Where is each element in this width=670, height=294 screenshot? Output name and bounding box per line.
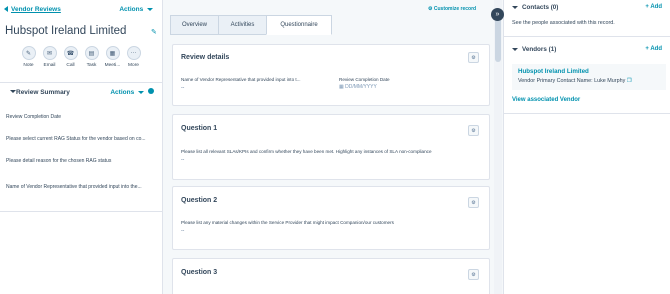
- copy-icon[interactable]: ❐: [627, 78, 632, 84]
- chevron-left-icon: [4, 6, 8, 13]
- card-title: Question 2: [181, 197, 218, 204]
- task-button[interactable]: ▤ Task: [83, 46, 100, 68]
- chevron-down-icon: [138, 90, 144, 94]
- email-button[interactable]: ✉ Email: [41, 46, 58, 68]
- gear-icon[interactable]: ⚙: [468, 52, 479, 63]
- more-icon: ···: [126, 46, 141, 60]
- review-summary-header[interactable]: Review Summary Actions: [0, 82, 162, 100]
- gear-icon: ⚙: [428, 6, 433, 12]
- view-associated-vendor-link[interactable]: View associated Vendor: [512, 97, 580, 103]
- contacts-empty-text: See the people associated with this reco…: [512, 20, 615, 26]
- add-contact-button[interactable]: + Add: [645, 4, 662, 10]
- chevron-down-icon: [512, 47, 518, 51]
- add-vendor-button[interactable]: + Add: [645, 46, 662, 52]
- note-icon: ✎: [21, 46, 36, 60]
- summary-field: Please detail reason for the chosen RAG …: [6, 158, 112, 164]
- review-summary-title: Review Summary: [16, 89, 70, 96]
- tab-bar: Overview Activities Questionnaire: [170, 15, 332, 35]
- summary-field: Please select current RAG Status for the…: [6, 136, 146, 142]
- gear-icon[interactable]: [148, 88, 154, 94]
- chevron-down-icon: [512, 5, 518, 9]
- question-answer[interactable]: --: [181, 228, 184, 234]
- question-text: Please list all relevant SLAs/KPIs and c…: [181, 149, 432, 154]
- question-1-card: Question 1 ⚙ Please list all relevant SL…: [172, 114, 490, 180]
- more-button[interactable]: ··· More: [125, 46, 142, 68]
- calendar-icon: ▦: [339, 84, 344, 90]
- field-label: Name of Vendor Representative that provi…: [181, 77, 301, 82]
- divider: [504, 113, 670, 114]
- edit-icon[interactable]: ✎: [151, 28, 157, 36]
- call-button[interactable]: ☎ Call: [62, 46, 79, 68]
- customize-record-link[interactable]: ⚙ Customize record: [428, 6, 476, 12]
- chevron-down-icon: [147, 7, 153, 11]
- gear-icon[interactable]: ⚙: [468, 269, 479, 280]
- task-icon: ▤: [84, 46, 99, 60]
- card-title: Question 3: [181, 269, 218, 276]
- question-2-card: Question 2 ⚙ Please list any material ch…: [172, 186, 490, 250]
- vendor-contact: Vendor Primary Contact Name: Luke Murphy…: [518, 78, 632, 84]
- back-link[interactable]: Vendor Reviews: [4, 6, 61, 13]
- note-button[interactable]: ✎ Note: [20, 46, 37, 68]
- summary-field: Name of Vendor Representative that provi…: [6, 184, 142, 190]
- email-icon: ✉: [42, 46, 57, 60]
- question-answer[interactable]: --: [181, 157, 184, 163]
- tab-overview[interactable]: Overview: [170, 15, 219, 35]
- card-title: Question 1: [181, 125, 218, 132]
- tab-questionnaire[interactable]: Questionnaire: [266, 15, 332, 35]
- quick-actions: ✎ Note ✉ Email ☎ Call ▤ Task ▦ Meeti... …: [20, 46, 142, 68]
- gear-icon[interactable]: ⚙: [468, 197, 479, 208]
- summary-actions-dropdown[interactable]: Actions: [110, 89, 144, 96]
- question-3-card: Question 3 ⚙: [172, 258, 490, 294]
- summary-field: Review Completion Date: [6, 114, 62, 120]
- vendor-card: Hubspot Ireland Limited Vendor Primary C…: [512, 64, 666, 90]
- record-title: Hubspot Ireland Limited: [5, 25, 127, 37]
- scrollbar[interactable]: [494, 0, 502, 294]
- calendar-icon: ▦: [105, 46, 120, 60]
- actions-dropdown[interactable]: Actions: [119, 6, 153, 13]
- divider: [504, 36, 670, 37]
- divider: [0, 211, 162, 212]
- card-title: Review details: [181, 54, 230, 61]
- left-sidebar: Vendor Reviews Actions Hubspot Ireland L…: [0, 0, 163, 294]
- double-chevron-icon: »: [495, 11, 500, 18]
- field-value[interactable]: --: [181, 85, 184, 91]
- vendors-header[interactable]: Vendors (1): [512, 46, 556, 53]
- question-text: Please list any material changes within …: [181, 220, 394, 225]
- contacts-header[interactable]: Contacts (0): [512, 4, 558, 11]
- tab-activities[interactable]: Activities: [218, 15, 267, 35]
- review-details-card: Review details ⚙ Name of Vendor Represen…: [172, 44, 490, 106]
- phone-icon: ☎: [63, 46, 78, 60]
- vendor-name-link[interactable]: Hubspot Ireland Limited: [518, 68, 589, 75]
- right-sidebar: Contacts (0) + Add See the people associ…: [503, 0, 670, 294]
- collapse-sidebar-button[interactable]: »: [491, 8, 504, 21]
- field-label: Review Completion Date: [339, 77, 390, 82]
- main-content: ⚙ Customize record Overview Activities Q…: [164, 0, 494, 294]
- meeting-button[interactable]: ▦ Meeti...: [104, 46, 121, 68]
- gear-icon[interactable]: ⚙: [468, 125, 479, 136]
- date-input[interactable]: ▦ DD/MM/YYYY: [339, 84, 377, 90]
